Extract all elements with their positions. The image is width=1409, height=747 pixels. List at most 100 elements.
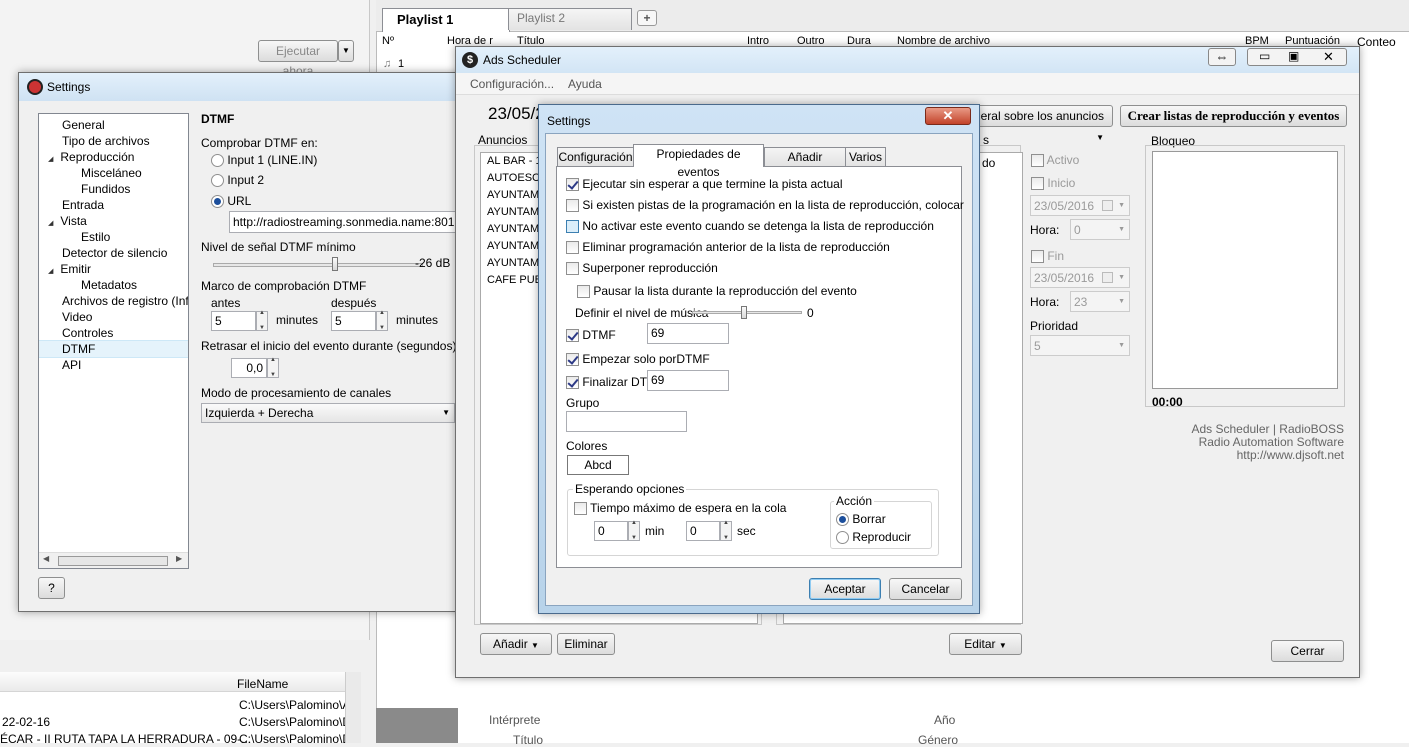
menu-configuration[interactable]: Configuración... (470, 77, 554, 91)
col-number[interactable]: Nº (382, 35, 394, 47)
settings-window: Settings General Tipo de archivos ◢ Reprodu… (18, 72, 463, 612)
settings-tree-item-label: Video (62, 310, 93, 324)
wait-min-stepper[interactable] (628, 520, 640, 541)
action-play-radio[interactable]: Reproducir (836, 530, 911, 545)
start-hour-select[interactable]: 0 ▼ (1070, 219, 1130, 240)
tab-playlist-1[interactable]: Playlist 1 (382, 8, 510, 32)
add-ad-button[interactable]: Añadir ▼ (480, 633, 552, 655)
settings-tree-item-label: Emitir (60, 262, 92, 276)
music-level-slider[interactable] (692, 306, 802, 319)
input1-radio[interactable]: Input 1 (LINE.IN) (211, 153, 317, 168)
settings-tree-item[interactable]: Metadatos (39, 277, 188, 293)
menu-help[interactable]: Ayuda (568, 77, 602, 91)
settings-tree-item[interactable]: Estilo (39, 229, 188, 245)
maximize-icon[interactable]: ▣ (1288, 49, 1299, 63)
after-input[interactable]: 5 (331, 311, 376, 331)
dtmf-checkbox[interactable]: DTMF (566, 328, 616, 343)
settings-tree-item[interactable]: DTMF (39, 340, 188, 358)
resize-arrows-icon[interactable]: ⇔ (1208, 48, 1236, 66)
level-slider-thumb[interactable] (332, 257, 339, 271)
url-radio[interactable]: URL (211, 194, 251, 209)
settings-tree-item[interactable]: Detector de silencio (39, 245, 188, 261)
settings-tree-item[interactable]: Entrada (39, 197, 188, 213)
tab-playlist-2[interactable]: Playlist 2 (508, 8, 632, 30)
action-delete-radio[interactable]: Borrar (836, 512, 886, 527)
max-wait-checkbox[interactable]: Tiempo máximo de espera en la cola (574, 501, 786, 516)
col-count[interactable]: Conteo (1357, 35, 1396, 49)
active-checkbox[interactable]: Activo (1031, 153, 1079, 168)
mode-label: Modo de procesamiento de canales (201, 386, 392, 400)
after-stepper[interactable] (376, 310, 388, 331)
exec-now-dropdown[interactable]: ▼ (338, 40, 354, 62)
tab-add-blocks[interactable]: Añadir bloques (764, 147, 846, 182)
settings-tree-item[interactable]: Video (39, 309, 188, 325)
delay-input[interactable]: 0,0 (231, 358, 267, 378)
settings-tree-item[interactable]: API (39, 357, 188, 373)
end-date-picker[interactable]: 23/05/2016 ▼ (1030, 267, 1130, 288)
settings-tree-item-label: Detector de silencio (62, 246, 168, 260)
settings-tree-item[interactable]: ◢ Reproducción (39, 149, 188, 165)
overlay-checkbox[interactable]: Superponer reproducción (566, 261, 718, 276)
edit-button[interactable]: Editar ▼ (949, 633, 1022, 655)
credits-link[interactable]: http://www.djsoft.net (1237, 448, 1344, 462)
dtmf-input[interactable]: 69 (647, 323, 729, 344)
music-level-slider-thumb[interactable] (741, 306, 747, 319)
priority-select[interactable]: 5 ▼ (1030, 335, 1130, 356)
delete-ad-button[interactable]: Eliminar (557, 633, 615, 655)
settings-tree-item[interactable]: Fundidos (39, 181, 188, 197)
settings-tree-item[interactable]: ◢ Vista (39, 213, 188, 229)
before-input[interactable]: 5 (211, 311, 256, 331)
start-date-picker[interactable]: 23/05/2016 ▼ (1030, 195, 1130, 216)
chevron-down-icon: ▼ (1118, 298, 1125, 305)
filename-column-header[interactable]: FileName (237, 677, 288, 691)
close-icon[interactable]: ✕ (1323, 49, 1334, 65)
start-checkbox[interactable]: Inicio (1031, 176, 1075, 191)
settings-tree-item[interactable]: Archivos de registro (Infor (39, 293, 188, 309)
priority-value: 5 (1034, 339, 1041, 353)
settings-tree-item[interactable]: Misceláneo (39, 165, 188, 181)
before-stepper[interactable] (256, 310, 268, 331)
accept-button[interactable]: Aceptar (809, 578, 881, 600)
expand-triangle-icon[interactable]: ◢ (48, 220, 53, 227)
color-sample-button[interactable]: Abcd (567, 455, 629, 475)
pause-checkbox[interactable]: Pausar la lista durante la reproducción … (577, 284, 857, 299)
remove-previous-checkbox[interactable]: Eliminar programación anterior de la lis… (566, 240, 890, 255)
if-tracks-checkbox[interactable]: Si existen pistas de la programación en … (566, 198, 964, 213)
settings-tree-item[interactable]: Tipo de archivos (39, 133, 188, 149)
url-input[interactable]: http://radiostreaming.sonmedia.name:8012… (229, 211, 462, 233)
wait-min-input[interactable]: 0 (594, 521, 628, 541)
wait-sec-input[interactable]: 0 (686, 521, 720, 541)
create-playlists-button[interactable]: Crear listas de reproducción y eventos (1120, 105, 1347, 127)
end-checkbox[interactable]: Fin (1031, 249, 1064, 264)
tab-event-properties[interactable]: Propiedades de eventos (633, 144, 764, 179)
dollar-icon: $ (462, 52, 478, 68)
cancel-button[interactable]: Cancelar (889, 578, 962, 600)
minimize-icon[interactable]: ▭ (1259, 49, 1270, 63)
tab-configuration[interactable]: Configuración (557, 147, 634, 166)
expand-triangle-icon[interactable]: ◢ (48, 268, 53, 275)
expand-triangle-icon[interactable]: ◢ (48, 156, 53, 163)
block-list[interactable] (1152, 151, 1338, 389)
settings-tree-item[interactable]: ◢ Emitir (39, 261, 188, 277)
scrollbar[interactable] (345, 672, 361, 743)
tree-horizontal-scrollbar[interactable]: ◀ ▶ (39, 552, 188, 568)
exec-now-button[interactable]: Ejecutar ahora (258, 40, 338, 78)
add-playlist-icon[interactable]: + (637, 10, 657, 26)
end-dtmf-input[interactable]: 69 (647, 370, 729, 391)
dialog-close-icon[interactable]: ✕ (925, 107, 971, 125)
settings-tree-item[interactable]: General (39, 117, 188, 133)
start-by-dtmf-checkbox[interactable]: Empezar solo porDTMF (566, 352, 710, 367)
input2-radio[interactable]: Input 2 (211, 173, 264, 188)
wait-sec-stepper[interactable] (720, 520, 732, 541)
help-button[interactable]: ? (38, 577, 65, 599)
group-input[interactable] (566, 411, 687, 432)
general-ads-button[interactable]: eral sobre los anuncios ▼ (974, 105, 1113, 142)
no-activate-checkbox[interactable]: No activar este evento cuando se detenga… (566, 219, 934, 234)
end-hour-select[interactable]: 23 ▼ (1070, 291, 1130, 312)
level-slider[interactable] (213, 257, 423, 271)
settings-tree-item[interactable]: Controles (39, 325, 188, 341)
tab-misc[interactable]: Varios (845, 147, 886, 166)
delay-stepper[interactable] (267, 357, 279, 378)
mode-select[interactable]: Izquierda + Derecha ▼ (201, 403, 455, 423)
close-button[interactable]: Cerrar (1271, 640, 1344, 662)
